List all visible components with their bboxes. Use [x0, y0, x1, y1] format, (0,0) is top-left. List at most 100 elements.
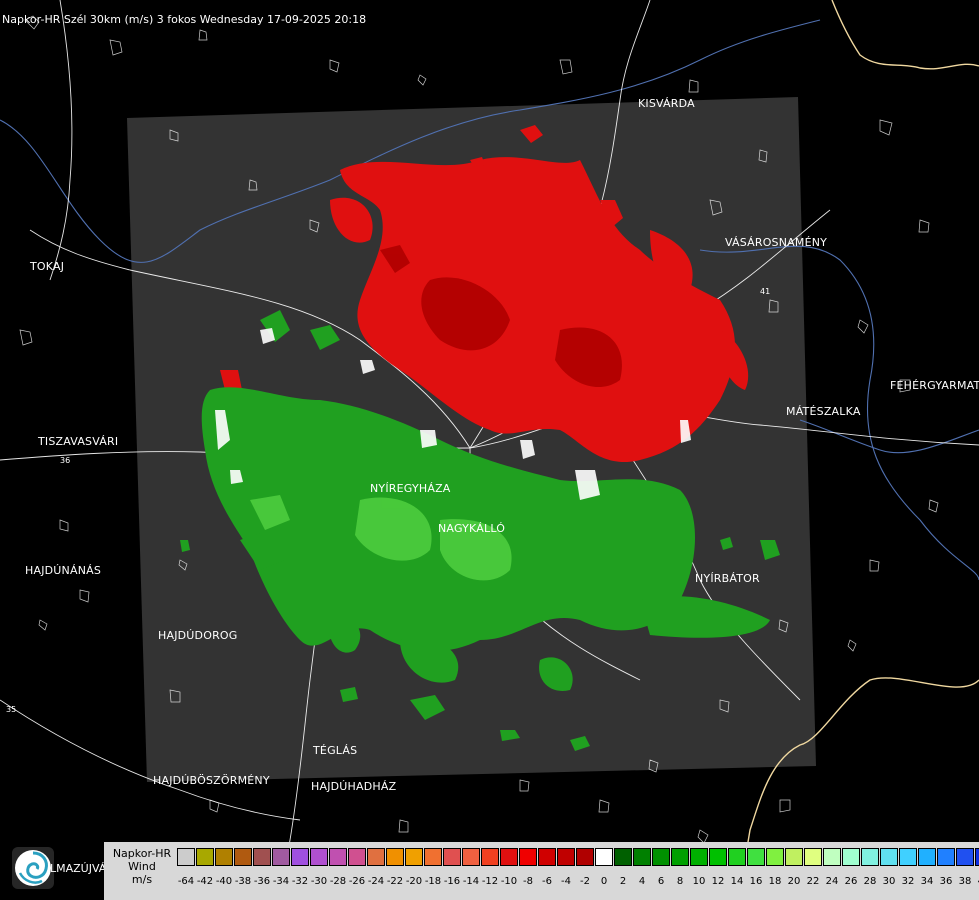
legend-tick-label: -34 [272, 876, 290, 887]
legend-swatch [310, 848, 328, 866]
legend-swatch [595, 848, 613, 866]
legend-swatch [272, 848, 290, 866]
legend-swatch [405, 848, 423, 866]
legend-tick-label: -8 [523, 876, 533, 887]
legend-swatch [614, 848, 632, 866]
place-label-tiszavasvari: TISZAVASVÁRI [37, 435, 118, 448]
legend-tick-label: -36 [253, 876, 271, 887]
legend-swatch [538, 848, 556, 866]
legend-swatch [823, 848, 841, 866]
legend-tick-label: 38 [958, 876, 972, 887]
legend-swatch [576, 848, 594, 866]
legend-tick-label: -12 [481, 876, 499, 887]
legend-swatch [842, 848, 860, 866]
legend-tick-label: -18 [424, 876, 442, 887]
legend-tick-label: -30 [310, 876, 328, 887]
place-label-hajduboszormeny: HAJDÚBÖSZÖRMÉNY [153, 774, 270, 787]
place-label-teglas: TÉGLÁS [312, 744, 357, 757]
legend-swatch [481, 848, 499, 866]
place-label-fehergyarmat: FEHÉRGYARMAT [890, 379, 979, 392]
legend-swatch [747, 848, 765, 866]
legend-swatch [918, 848, 936, 866]
legend-swatch [196, 848, 214, 866]
legend-tick-label: 0 [600, 876, 608, 887]
legend-tick-label: -64 [177, 876, 195, 887]
legend-swatch [348, 848, 366, 866]
place-label-hajdunanas: HAJDÚNÁNÁS [25, 564, 101, 577]
legend-swatch [709, 848, 727, 866]
legend-tick-labels: -64 -42 -40 -38 -36 -34 -32 -30 -28 -26 -24 -22 -20-… [177, 876, 979, 890]
legend-tick-label: -10 [500, 876, 518, 887]
legend-tick-label: 28 [863, 876, 877, 887]
legend-title: Napkor-HR Wind m/s [107, 847, 177, 886]
legend-swatch [215, 848, 233, 866]
legend-tick-label: 36 [939, 876, 953, 887]
legend-swatch [291, 848, 309, 866]
legend-tick-label: -40 [215, 876, 233, 887]
legend-swatch [956, 848, 974, 866]
legend-tick-label: 14 [730, 876, 744, 887]
legend-tick-label: -6 [542, 876, 552, 887]
legend-tick-label: 16 [749, 876, 763, 887]
legend-tick-label: -24 [367, 876, 385, 887]
legend-swatch [386, 848, 404, 866]
legend-color-scale [177, 848, 979, 868]
legend-tick-label: 24 [825, 876, 839, 887]
legend-swatch [519, 848, 537, 866]
place-label-nyiregyhaza: NYÍREGYHÁZA [370, 482, 451, 495]
legend-tick-label: -26 [348, 876, 366, 887]
place-label-nyirbator: NYÍRBÁTOR [695, 572, 760, 585]
place-label-hajdudorog: HAJDÚDOROG [158, 629, 238, 642]
legend-tick-label: -4 [561, 876, 571, 887]
legend-swatch [804, 848, 822, 866]
legend-swatch [690, 848, 708, 866]
road-number: 35 [6, 705, 16, 714]
place-label-kisvarda: KISVÁRDA [638, 97, 695, 110]
legend-swatch [234, 848, 252, 866]
legend-swatch [462, 848, 480, 866]
place-label-vasarosnameny: VÁSÁROSNAMÉNY [725, 236, 827, 249]
place-label-nagykallo: NAGYKÁLLÓ [438, 522, 505, 535]
legend-unit: m/s [131, 873, 153, 886]
legend-tick-label: 32 [901, 876, 915, 887]
legend-tick-label: -14 [462, 876, 480, 887]
road-number: 41 [760, 287, 770, 296]
radar-map: 36 41 35 KISVÁRDA TOKAJ VÁSÁROSNAMÉNY FE… [0, 0, 979, 900]
legend-swatch [500, 848, 518, 866]
legend-tick-label: -32 [291, 876, 309, 887]
legend-tick-label: 22 [806, 876, 820, 887]
place-label-hajduhadhaz: HAJDÚHADHÁZ [311, 780, 397, 793]
legend-swatch [785, 848, 803, 866]
legend-swatch [633, 848, 651, 866]
legend-swatch [177, 848, 195, 866]
legend-swatch [424, 848, 442, 866]
road-number: 36 [60, 456, 70, 465]
legend-tick-label: -20 [405, 876, 423, 887]
map-title: Napkor-HR Szél 30km (m/s) 3 fokos Wednes… [2, 13, 367, 26]
legend-swatch [880, 848, 898, 866]
legend-swatch [671, 848, 689, 866]
legend-swatch [329, 848, 347, 866]
legend-tick-label: 10 [692, 876, 706, 887]
legend-swatch [975, 848, 979, 866]
place-label-mateszalka: MÁTÉSZALKA [786, 405, 861, 418]
legend-tick-label: 6 [657, 876, 665, 887]
legend-tick-label: -42 [196, 876, 214, 887]
legend-swatch [253, 848, 271, 866]
legend-tick-label: 12 [711, 876, 725, 887]
legend-swatch [367, 848, 385, 866]
legend-tick-label: -38 [234, 876, 252, 887]
legend-tick-label: 34 [920, 876, 934, 887]
legend-tick-label: -22 [386, 876, 404, 887]
place-label-tokaj: TOKAJ [29, 260, 64, 273]
legend-tick-label: 20 [787, 876, 801, 887]
legend-tick-label: -28 [329, 876, 347, 887]
legend-tick-label: 26 [844, 876, 858, 887]
legend-swatch [652, 848, 670, 866]
legend-tick-label: 30 [882, 876, 896, 887]
legend-swatch [557, 848, 575, 866]
legend-swatch [861, 848, 879, 866]
legend-tick-label: 4 [638, 876, 646, 887]
legend-tick-label: -2 [580, 876, 590, 887]
legend-swatch [728, 848, 746, 866]
